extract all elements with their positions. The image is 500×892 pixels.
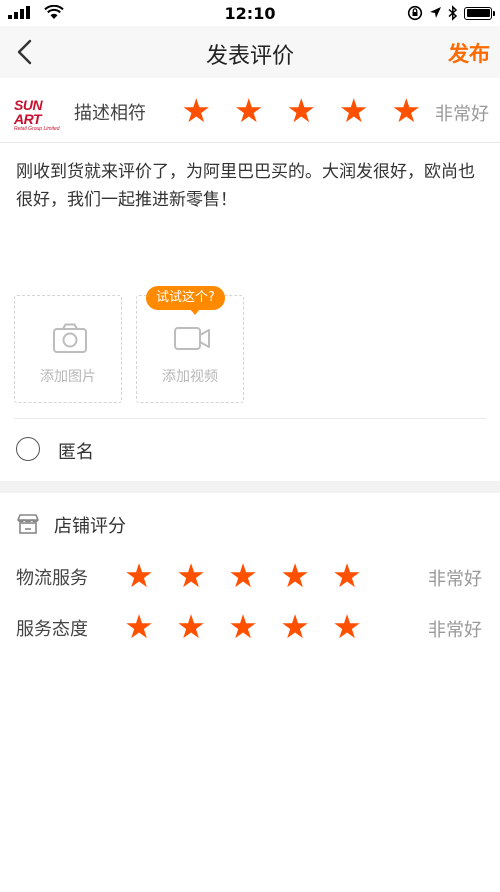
star-icon[interactable]: ★: [269, 610, 321, 643]
logistics-verdict: 非常好: [428, 569, 482, 590]
add-photo-label: 添加图片: [40, 369, 96, 385]
description-rating-row: SUN ART Retail Group Limited 描述相符 ★ ★ ★ …: [0, 78, 500, 142]
star-icon[interactable]: ★: [217, 610, 269, 643]
logo-sub-text: Retail Group Limited: [14, 126, 60, 132]
service-stars: ★ ★ ★ ★ ★: [113, 610, 373, 643]
add-video-label: 添加视频: [162, 369, 218, 385]
status-bar: 12:10: [0, 0, 500, 26]
anonymous-label: 匿名: [58, 442, 94, 463]
logistics-stars: ★ ★ ★ ★ ★: [113, 559, 373, 592]
status-right: [407, 5, 495, 21]
logistics-rating-label: 物流服务: [16, 568, 88, 589]
anonymous-radio[interactable]: [16, 437, 40, 461]
description-rating-label: 描述相符: [74, 103, 146, 124]
rotation-lock-icon: [407, 5, 423, 21]
star-icon[interactable]: ★: [328, 94, 381, 127]
battery-icon: [464, 6, 495, 20]
star-icon[interactable]: ★: [165, 610, 217, 643]
divider: [14, 418, 486, 419]
location-icon: [430, 7, 441, 18]
nav-bar: 发表评价 发布: [0, 26, 500, 78]
shop-rating-title: 店铺评分: [54, 516, 126, 537]
description-stars: ★ ★ ★ ★ ★: [170, 94, 433, 127]
star-icon[interactable]: ★: [113, 610, 165, 643]
star-icon[interactable]: ★: [113, 559, 165, 592]
service-rating-label: 服务态度: [16, 619, 88, 640]
review-textarea[interactable]: 刚收到货就来评价了，为阿里巴巴买的。大润发很好，欧尚也很好，我们一起推进新零售！: [16, 158, 484, 214]
add-photo-button[interactable]: 添加图片: [14, 295, 122, 403]
sunart-logo: SUN ART Retail Group Limited: [14, 98, 62, 132]
star-icon[interactable]: ★: [269, 559, 321, 592]
star-icon[interactable]: ★: [321, 559, 373, 592]
star-icon[interactable]: ★: [170, 94, 223, 127]
try-this-tooltip: 试试这个?: [146, 286, 225, 315]
logo-main-text: SUN ART: [14, 97, 43, 127]
shop-icon: [17, 514, 39, 534]
star-icon[interactable]: ★: [165, 559, 217, 592]
camera-icon: [53, 323, 87, 353]
section-separator: [0, 481, 500, 493]
publish-button[interactable]: 发布: [448, 38, 490, 68]
description-verdict: 非常好: [435, 104, 489, 125]
star-icon[interactable]: ★: [275, 94, 328, 127]
service-verdict: 非常好: [428, 620, 482, 641]
star-icon[interactable]: ★: [321, 610, 373, 643]
divider: [0, 142, 500, 143]
star-icon[interactable]: ★: [380, 94, 433, 127]
page-title: 发表评价: [205, 44, 294, 69]
video-camera-icon: [174, 327, 210, 350]
star-icon[interactable]: ★: [217, 559, 269, 592]
star-icon[interactable]: ★: [223, 94, 276, 127]
bluetooth-icon: [448, 5, 458, 21]
